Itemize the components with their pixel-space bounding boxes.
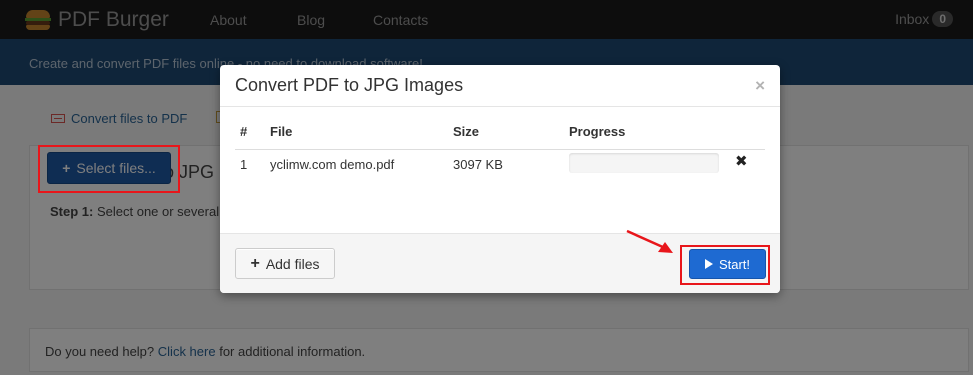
column-header-file: File: [270, 124, 293, 139]
modal-title: Convert PDF to JPG Images: [235, 75, 464, 95]
remove-file-icon[interactable]: ✖: [735, 152, 748, 170]
progress-bar: [569, 153, 719, 173]
plus-icon: +: [250, 254, 260, 272]
highlight-box-start: [680, 245, 770, 285]
row-number: 1: [240, 157, 248, 172]
modal-header: Convert PDF to JPG Images ×: [220, 65, 780, 107]
table-divider: [235, 149, 765, 150]
add-files-label: Add files: [265, 255, 320, 272]
row-file-size: 3097 KB: [453, 157, 503, 172]
highlight-box-select-files: [38, 145, 180, 193]
row-file-name: yclimw.com demo.pdf: [270, 157, 395, 172]
close-icon[interactable]: ×: [755, 76, 765, 96]
column-header-number: #: [240, 124, 248, 139]
annotation-arrow-icon: [626, 229, 673, 253]
add-files-button[interactable]: + Add files: [235, 248, 335, 279]
column-header-progress: Progress: [569, 124, 626, 139]
column-header-size: Size: [453, 124, 480, 139]
